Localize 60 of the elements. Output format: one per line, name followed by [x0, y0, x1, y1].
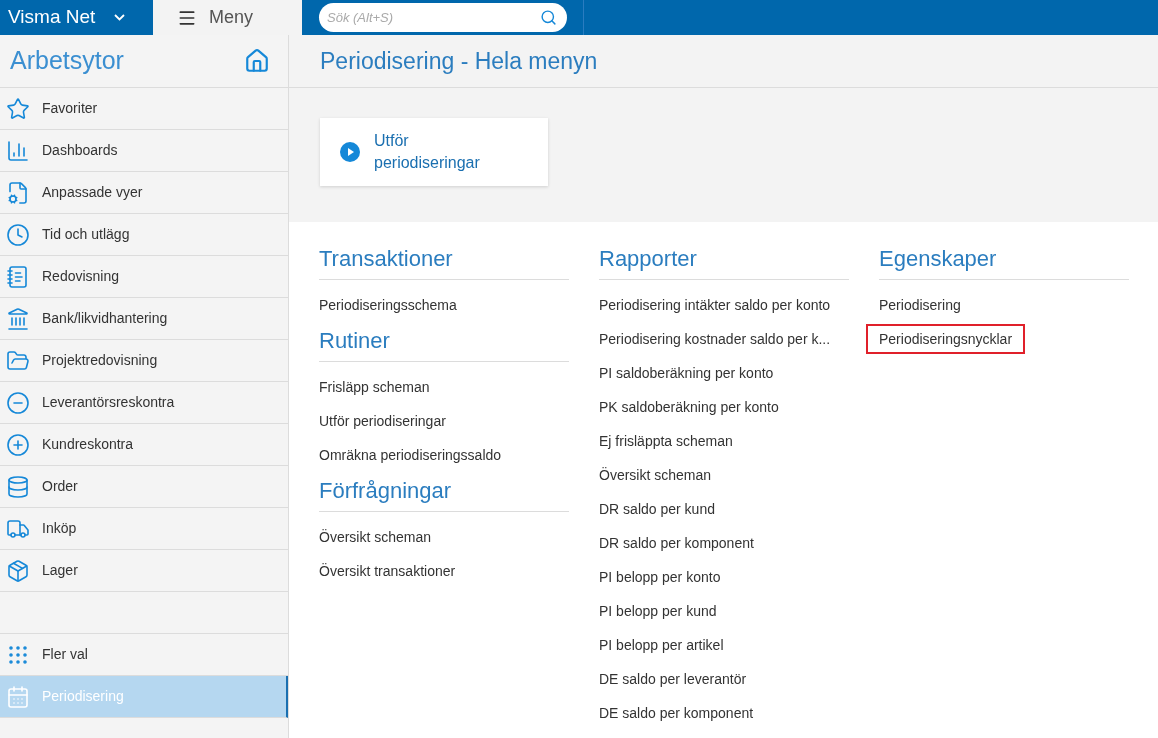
- search-icon: [540, 9, 557, 26]
- notebook-icon: [6, 264, 30, 289]
- database-icon: [6, 474, 30, 499]
- menu-link[interactable]: Periodisering intäkter saldo per konto: [599, 290, 831, 320]
- menu-link[interactable]: Periodiseringsschema: [319, 290, 457, 320]
- menu-link[interactable]: DR saldo per komponent: [599, 528, 754, 558]
- menu-button[interactable]: Meny: [153, 0, 302, 35]
- plus-circle-icon: [6, 432, 30, 457]
- play-icon: [340, 142, 360, 162]
- menu-link[interactable]: Periodisering: [879, 290, 961, 320]
- sidebar-item[interactable]: Kundreskontra: [0, 424, 288, 466]
- menu-link[interactable]: PI belopp per artikel: [599, 630, 724, 660]
- bank-icon: [6, 306, 30, 331]
- sidebar-title: Arbetsytor: [10, 45, 124, 77]
- sidebar-item[interactable]: Tid och utlägg: [0, 214, 288, 256]
- minus-circle-icon: [6, 390, 30, 415]
- chevron-down-icon: [114, 14, 125, 21]
- star-icon: [6, 96, 30, 121]
- page-title: Periodisering - Hela menyn: [320, 46, 598, 76]
- menu-link[interactable]: Översikt scheman: [599, 460, 712, 490]
- sidebar-item[interactable]: Order: [0, 466, 288, 508]
- menu-link[interactable]: Utför periodiseringar: [319, 406, 446, 436]
- section-title: Förfrågningar: [319, 474, 569, 512]
- home-icon[interactable]: [244, 48, 270, 74]
- section-title: Transaktioner: [319, 242, 569, 280]
- menu-link[interactable]: Periodisering kostnader saldo per k...: [599, 324, 831, 354]
- brand-menu[interactable]: Visma Net: [0, 0, 153, 35]
- bar-chart-icon: [6, 138, 30, 163]
- document-gear-icon: [6, 180, 30, 205]
- menu-link[interactable]: DE saldo per komponent: [599, 698, 754, 728]
- sidebar-item[interactable]: Redovisning: [0, 256, 288, 298]
- clock-icon: [6, 222, 30, 247]
- menu-link[interactable]: Översikt scheman: [319, 522, 432, 552]
- section-title: Rutiner: [319, 324, 569, 362]
- menu-link[interactable]: PK saldoberäkning per konto: [599, 392, 779, 422]
- sidebar-item[interactable]: Bank/likvidhantering: [0, 298, 288, 340]
- package-icon: [6, 558, 30, 583]
- sidebar-item[interactable]: Favoriter: [0, 88, 288, 130]
- section-title: Egenskaper: [879, 242, 1129, 280]
- menu-link[interactable]: Periodiseringsnycklar: [866, 324, 1026, 354]
- sidebar-item[interactable]: Inköp: [0, 508, 288, 550]
- menu-link[interactable]: DE saldo per leverantör: [599, 664, 747, 694]
- sidebar-item[interactable]: Lager: [0, 550, 288, 592]
- menu-link[interactable]: DR saldo per kund: [599, 494, 715, 524]
- quick-action-card[interactable]: Utför periodiseringar: [320, 118, 548, 186]
- section-title: Rapporter: [599, 242, 849, 280]
- menu-link[interactable]: Ej frisläppta scheman: [599, 426, 733, 456]
- sidebar-item[interactable]: Anpassade vyer: [0, 172, 288, 214]
- calendar-icon: [6, 684, 30, 709]
- sidebar-item[interactable]: Projektredovisning: [0, 340, 288, 382]
- menu-link[interactable]: PI belopp per konto: [599, 562, 721, 592]
- menu-link[interactable]: Översikt transaktioner: [319, 556, 456, 586]
- search-field[interactable]: Sök (Alt+S): [319, 3, 567, 32]
- sidebar-item[interactable]: Dashboards: [0, 130, 288, 172]
- menu-link[interactable]: Omräkna periodiseringssaldo: [319, 440, 502, 470]
- menu-link[interactable]: PI belopp per kund: [599, 596, 717, 626]
- menu-link[interactable]: PI saldoberäkning per konto: [599, 358, 774, 388]
- menu-link[interactable]: Frisläpp scheman: [319, 372, 430, 402]
- sidebar-item[interactable]: Leverantörsreskontra: [0, 382, 288, 424]
- folder-icon: [6, 348, 30, 373]
